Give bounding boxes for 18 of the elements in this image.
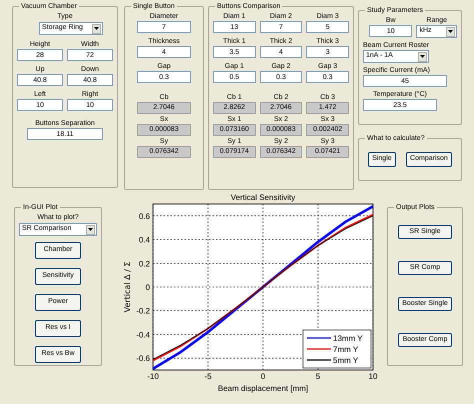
axis-tick-label: 0.6 xyxy=(138,212,150,221)
axis-tick-label: -10 xyxy=(147,372,159,381)
legend-label: 5mm Y xyxy=(333,356,358,365)
axis-tick-label: -0.2 xyxy=(136,306,150,316)
axis-title: Beam displacement [mm] xyxy=(218,384,308,393)
axis-tick-label: 10 xyxy=(368,372,378,381)
axis-tick-label: 0 xyxy=(260,372,266,381)
legend-label: 13mm Y xyxy=(333,334,363,343)
axis-tick-label: -5 xyxy=(204,372,212,381)
axis-tick-label: -0.6 xyxy=(136,354,150,364)
axis-title: Vertical Δ / Σ xyxy=(123,262,132,312)
axis-tick-label: 0.4 xyxy=(138,236,150,245)
axis-tick-label: 0.2 xyxy=(138,259,150,268)
legend-label: 7mm Y xyxy=(333,345,358,354)
chart-title: Vertical Sensitivity xyxy=(230,193,296,202)
axis-tick-label: 5 xyxy=(316,372,320,381)
axis-tick-label: -0.4 xyxy=(136,330,150,340)
axis-tick-label: 0 xyxy=(146,283,150,292)
